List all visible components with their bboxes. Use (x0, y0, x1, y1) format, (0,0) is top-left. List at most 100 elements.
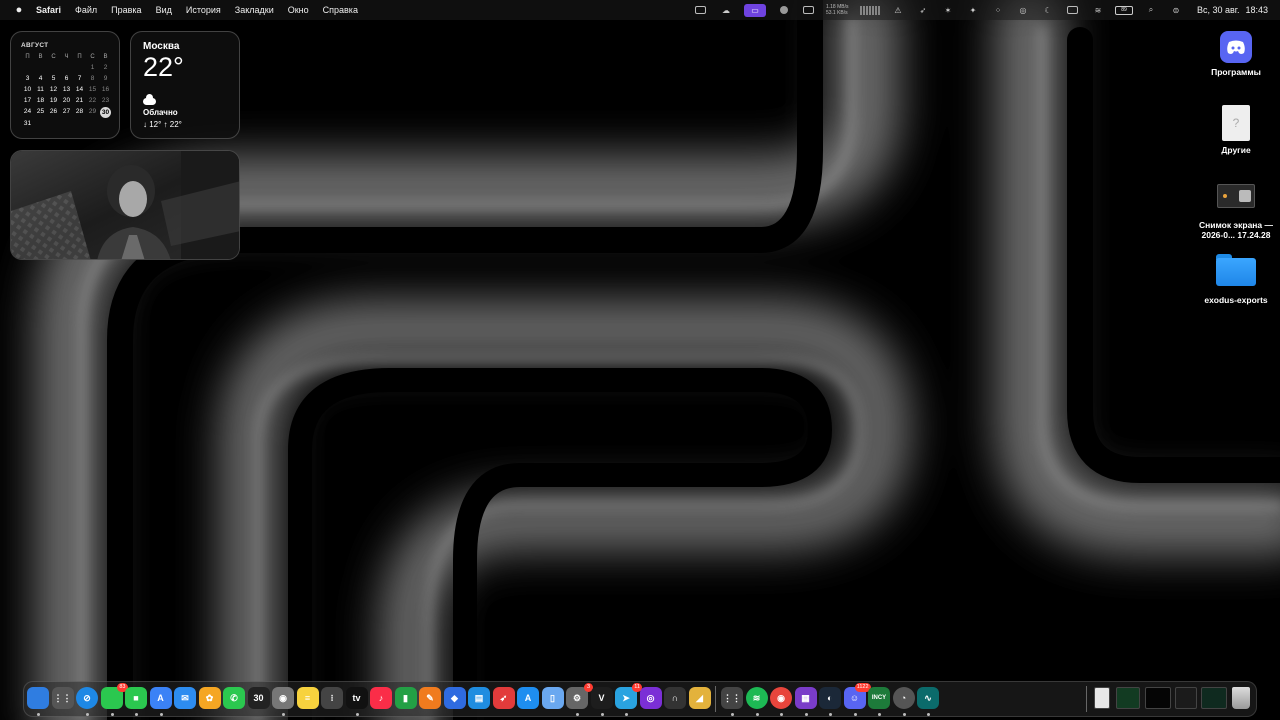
dock-messages-icon[interactable]: 83 (100, 683, 128, 709)
record-icon[interactable] (777, 5, 791, 15)
calendar-day[interactable]: 17 (21, 96, 34, 106)
dock-pages-icon[interactable]: ✎ (419, 687, 441, 709)
dock-app-store-icon[interactable]: A (517, 687, 539, 709)
dock-reminders-icon[interactable]: ⁝ (321, 687, 343, 709)
trash-icon[interactable] (1232, 687, 1250, 709)
dock-contacts-icon[interactable]: ◉ (272, 687, 294, 709)
calendar-widget[interactable]: АВГУСТ П В С Ч П С В 1 2 3 4 5 6 7 8 9 10 11 12 13 14 15 16 17 1… (10, 31, 120, 139)
menu-view[interactable]: Вид (156, 5, 172, 15)
dock-safari-icon[interactable]: ⊘ (76, 687, 98, 709)
focus-icon[interactable]: ◎ (1016, 5, 1030, 15)
dock-photos-icon[interactable]: ✿ (198, 687, 221, 709)
calendar-day[interactable]: 31 (21, 119, 34, 129)
calendar-day[interactable]: 18 (34, 96, 47, 106)
search-icon[interactable]: ⌕ (1144, 5, 1158, 15)
dock-utility-app-icon[interactable]: ∩ (664, 687, 686, 709)
dock-steam-icon[interactable]: ◐ (819, 687, 841, 709)
dock-mail-icon[interactable]: ✉ (174, 687, 196, 709)
calendar-day[interactable]: 3 (21, 74, 34, 84)
calendar-day[interactable]: 5 (47, 74, 60, 84)
dock-music-icon[interactable]: ♪ (370, 687, 392, 709)
menu-bookmarks[interactable]: Закладки (235, 5, 274, 15)
calendar-day[interactable]: 21 (73, 96, 86, 106)
dock-spotify-icon[interactable]: ≋ (745, 687, 768, 709)
window-thumbnail-2[interactable] (1116, 687, 1140, 709)
grid-icon[interactable]: ⁘ (991, 5, 1005, 15)
dock-stats-app-icon[interactable]: ◔ (892, 687, 915, 709)
dock-launchpad-icon[interactable]: ⋮⋮ (51, 687, 74, 709)
desktop-icon-screenshot[interactable]: Снимок экрана — 2026-0... 17.24.28 (1196, 184, 1276, 240)
calendar-day[interactable]: 25 (34, 107, 47, 117)
calendar-day[interactable]: 14 (73, 85, 86, 95)
window-thumbnail-1[interactable] (1094, 687, 1110, 709)
calendar-day[interactable]: 11 (34, 85, 47, 95)
dock-tor-browser-icon[interactable]: ◎ (639, 687, 662, 709)
calendar-day[interactable]: 19 (47, 96, 60, 106)
dock-discord-icon[interactable]: ☺ 1122 (843, 683, 871, 709)
calendar-day[interactable]: 27 (60, 107, 73, 117)
calendar-day[interactable]: 4 (34, 74, 47, 84)
dock-finder-icon[interactable] (27, 687, 49, 709)
menu-window[interactable]: Окно (288, 5, 309, 15)
cpu-graph-icon[interactable] (859, 5, 880, 15)
desktop-icon-other[interactable]: ? Другие (1196, 105, 1276, 155)
moon-icon[interactable]: ☾ (1041, 5, 1055, 15)
dock-preview-icon[interactable]: ▯ (541, 687, 564, 709)
calendar-day[interactable]: 26 (47, 107, 60, 117)
calendar-day[interactable]: 22 (86, 96, 99, 106)
calendar-day[interactable]: 12 (47, 85, 60, 95)
wifi-icon[interactable]: ≋ (1091, 5, 1105, 15)
calendar-day[interactable]: 15 (86, 85, 99, 95)
network-speed[interactable]: 1.18 MB/s 53.1 KB/s (826, 4, 856, 16)
calendar-day[interactable]: 9 (99, 74, 112, 84)
window-thumbnail-5[interactable] (1201, 687, 1227, 709)
calendar-day[interactable]: 6 (60, 74, 73, 84)
calendar-day[interactable]: 23 (99, 96, 112, 106)
dock-rocket-typist-icon[interactable]: ➶ (492, 687, 515, 709)
dock-incy-icon[interactable]: INCY (868, 687, 890, 709)
desktop-icon-programs[interactable]: Программы (1196, 31, 1276, 77)
menu-file[interactable]: Файл (75, 5, 97, 15)
dock-facetime-icon[interactable]: ■ (125, 687, 147, 709)
keyboard-layout-icon[interactable] (1066, 5, 1080, 15)
dock-instruments-icon[interactable]: A (149, 687, 172, 709)
dock-yellow-app-icon[interactable]: ◢ (688, 687, 711, 709)
dock-waveform-app-icon[interactable]: ∿ (917, 687, 939, 709)
menu-edit[interactable]: Правка (111, 5, 141, 15)
dock-notes-icon[interactable]: ≡ (296, 687, 319, 709)
dock-chrome-icon[interactable]: ◉ (770, 687, 792, 709)
menu-help[interactable]: Справка (323, 5, 358, 15)
dock-launchpad-grid-icon[interactable]: ⋮⋮ (721, 687, 743, 709)
calendar-day[interactable]: 24 (21, 107, 34, 117)
apple-logo-icon[interactable]: ● (12, 4, 26, 16)
dock-calendar-icon[interactable]: 30 (247, 687, 270, 709)
dock-keynote-remote-icon[interactable]: ▤ (468, 687, 490, 709)
screen-share-icon[interactable]: ▭ (743, 3, 766, 17)
dock-numbers-icon[interactable]: ▮ (394, 687, 417, 709)
control-center-icon[interactable]: ⊜ (1169, 5, 1183, 15)
calendar-day[interactable]: 13 (60, 85, 73, 95)
dock-telegram-icon[interactable]: ➤ 11 (615, 683, 642, 709)
printer-icon[interactable] (694, 5, 708, 15)
calendar-day[interactable]: 2 (99, 63, 112, 73)
photo-widget[interactable] (10, 150, 240, 260)
calendar-day[interactable]: 10 (21, 85, 34, 95)
cloud-sync-icon[interactable]: ☁ (719, 5, 733, 15)
bug-icon[interactable]: ✶ (941, 5, 955, 15)
rocket-icon[interactable]: ➶ (916, 5, 930, 15)
dock-system-settings-icon[interactable]: ⚙ 3 (566, 683, 593, 709)
menu-app-name[interactable]: Safari (36, 5, 61, 15)
calendar-day[interactable]: 7 (73, 74, 86, 84)
battery-icon[interactable]: 89 (1114, 5, 1133, 15)
calendar-day[interactable]: 28 (73, 107, 86, 117)
dock-apple-tv-icon[interactable]: tv (345, 687, 368, 709)
menu-clock[interactable]: Вс, 30 авг. 18:43 (1197, 5, 1268, 15)
dock-activity-grid-icon[interactable]: ▦ (794, 687, 817, 709)
calendar-day[interactable]: 20 (60, 96, 73, 106)
dock-keynote-icon[interactable]: ◆ (443, 687, 466, 709)
window-thumbnail-3[interactable] (1145, 687, 1171, 709)
calendar-day[interactable]: 29 (86, 107, 99, 117)
desktop-icon-exodus-exports[interactable]: exodus-exports (1196, 254, 1276, 305)
dock-phone-icon[interactable]: ✆ (223, 687, 245, 709)
weather-widget[interactable]: Москва 22° Облачно ↓ 12° ↑ 22° (130, 31, 240, 139)
